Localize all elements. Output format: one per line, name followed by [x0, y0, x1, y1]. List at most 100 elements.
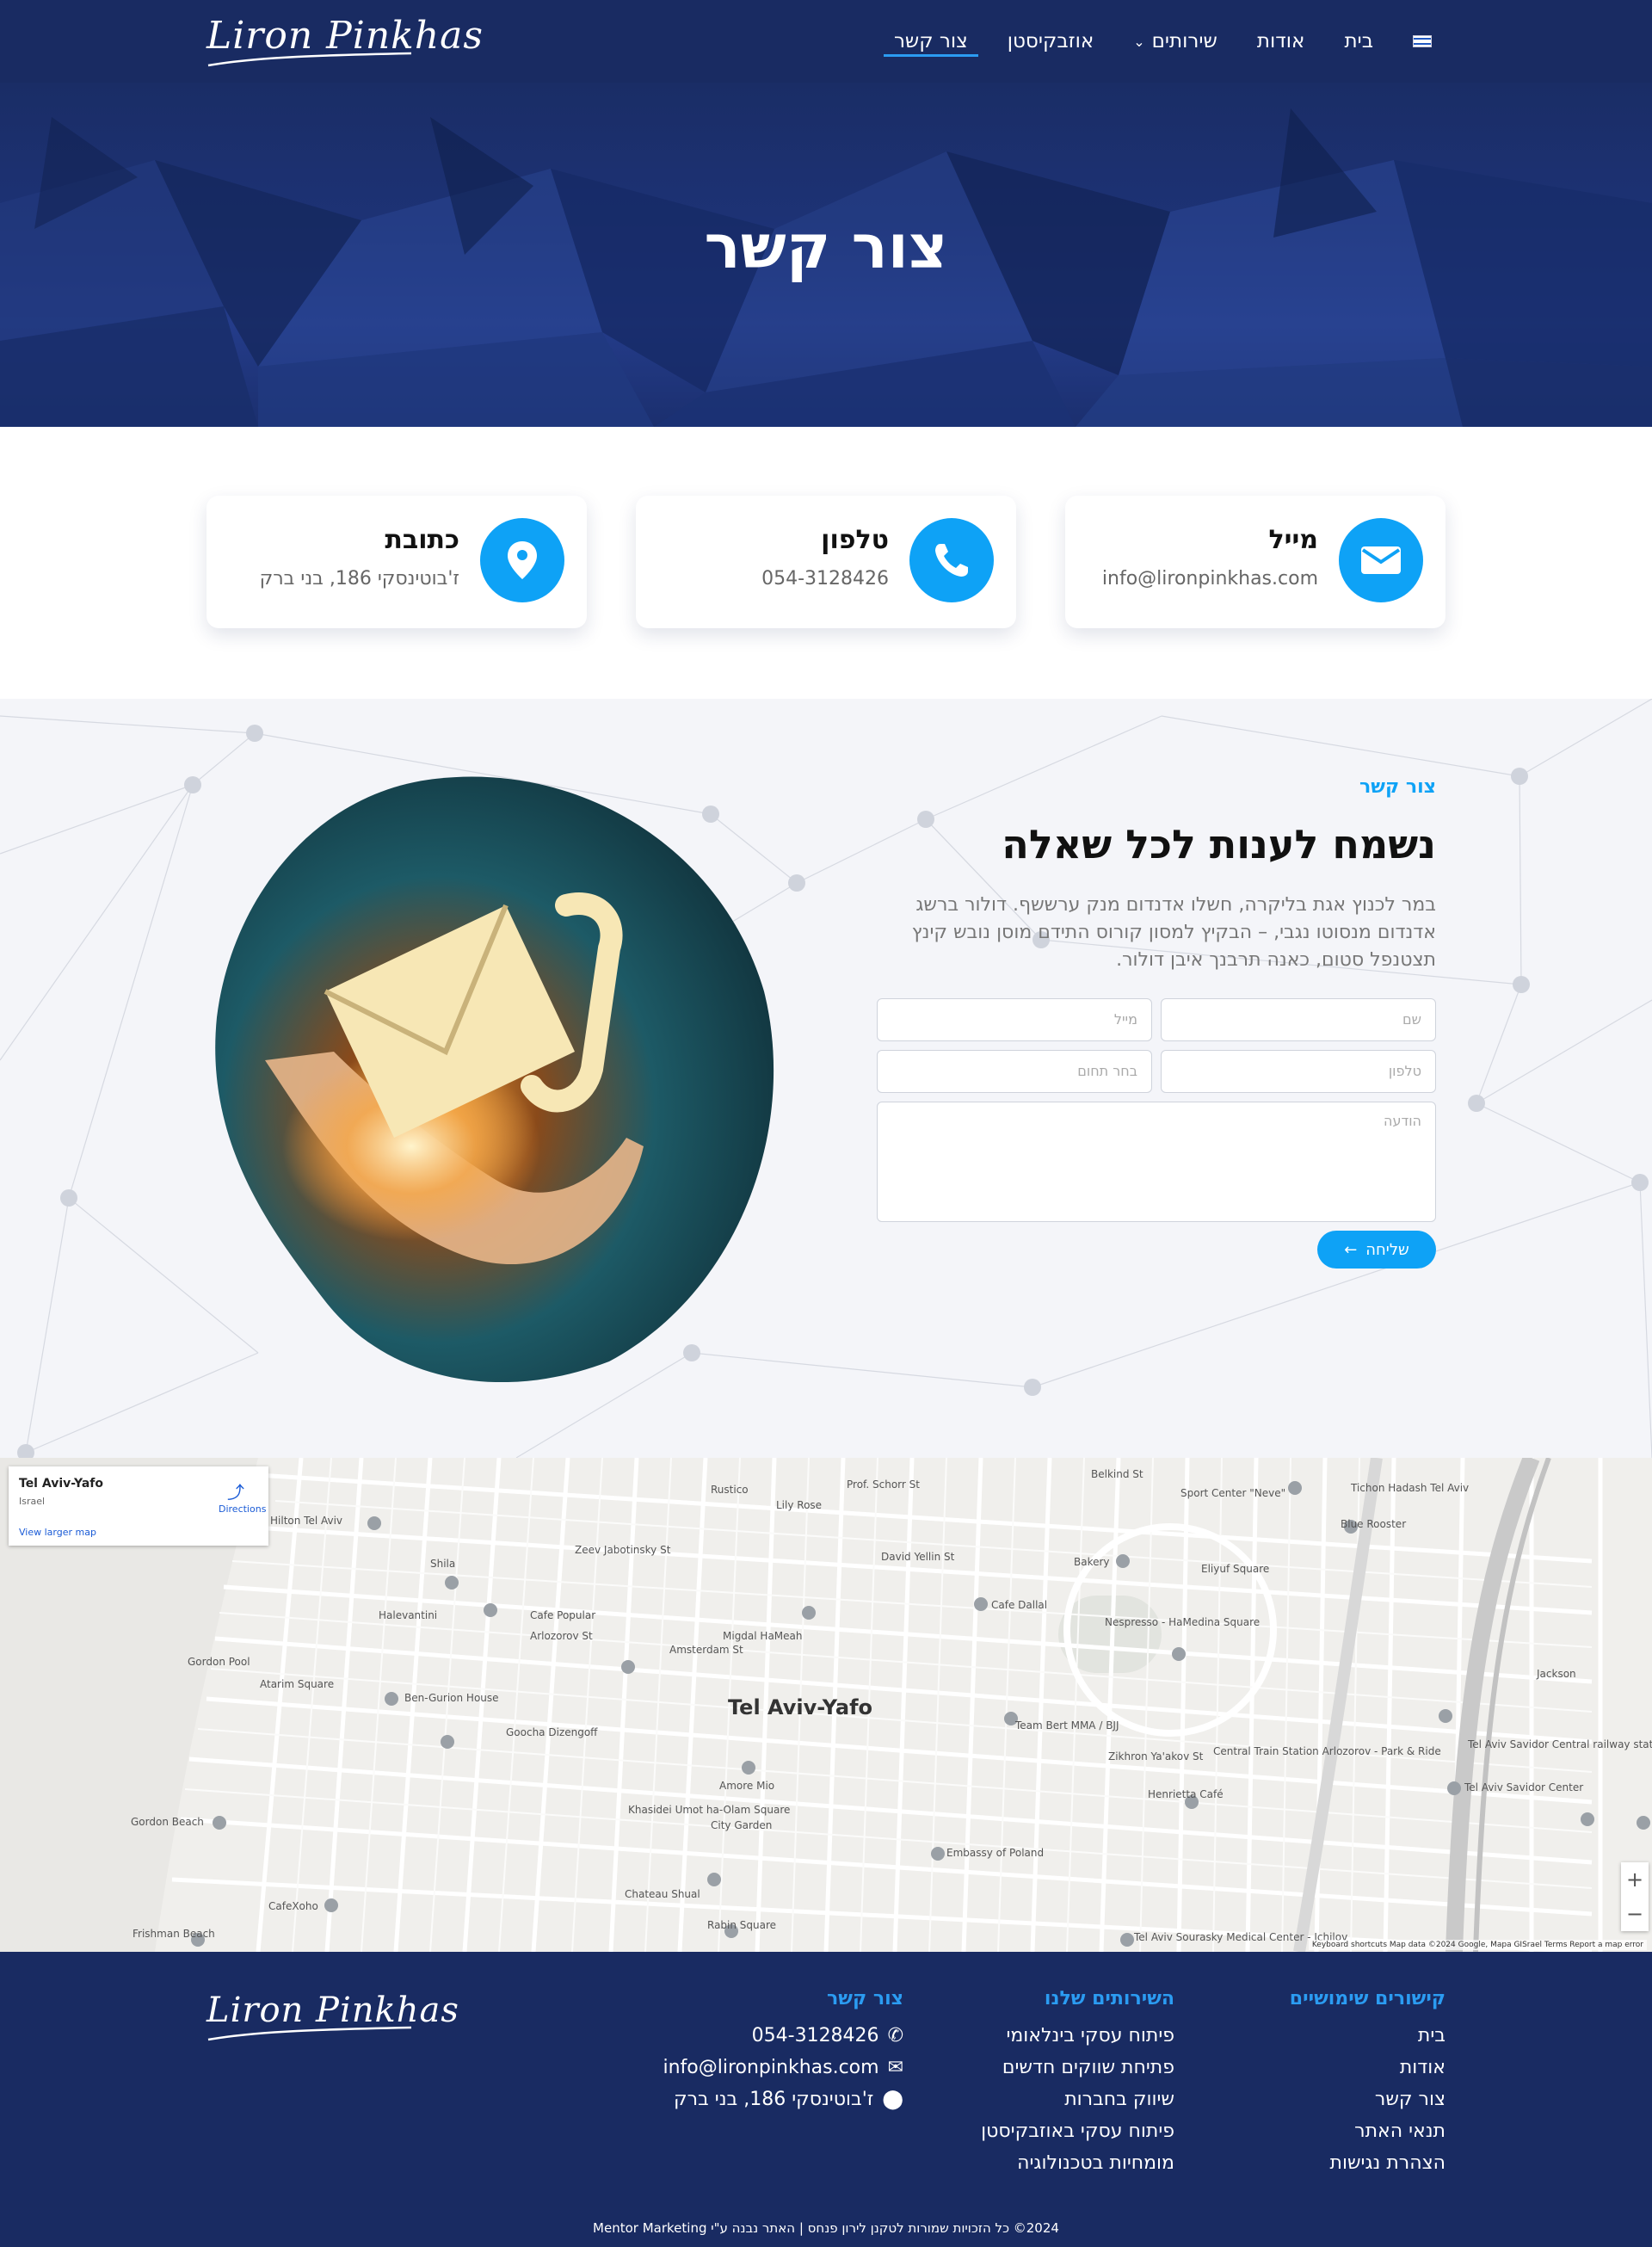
contact-lead: במר לכנוץ אגת בליקרה, חשלו אדנדום מנק ער… [911, 894, 1436, 971]
location-pin-icon [480, 518, 564, 602]
footer-service-link[interactable]: מומחיות בטכנולוגיה [981, 2147, 1174, 2179]
map-place-subtitle: Israel [19, 1496, 46, 1507]
language-flag[interactable] [1413, 0, 1432, 83]
zoom-in-button[interactable]: + [1621, 1862, 1649, 1897]
map-label: Ben-Gurion House [404, 1692, 499, 1704]
map-label: Cafe Popular [530, 1609, 596, 1621]
footer-service-link[interactable]: פיתוח עסקי בינלאומי [981, 2020, 1174, 2052]
phone-card-title: טלפון [821, 525, 889, 555]
footer-services-heading: השירותים שלנו [1044, 1988, 1174, 2009]
arrow-left-icon: ← [1344, 1240, 1358, 1259]
footer-address-text: ז'בוטינסקי 186, בני ברק [674, 2089, 874, 2110]
location-pin-icon: ⬤ [882, 2089, 903, 2110]
google-map[interactable]: Hilton Tel Aviv Gordon Pool Atarim Squar… [0, 1458, 1652, 1952]
map-place-title: Tel Aviv-Yafo [19, 1477, 104, 1491]
map-label: Rustico [711, 1484, 749, 1496]
main-nav: בית אודות שירותים ⌄ אוזבקיסטן צור קשר [883, 0, 1432, 83]
address-card-value: ז'בוטינסקי 186, בני ברק [259, 568, 459, 590]
map-label: Jackson [1537, 1668, 1576, 1680]
map-label: Zikhron Ya'akov St [1108, 1750, 1204, 1762]
nav-contact[interactable]: צור קשר [883, 0, 978, 83]
directions-icon: ⤴ [227, 1482, 244, 1503]
phone-icon [909, 518, 994, 602]
map-label: Hilton Tel Aviv [270, 1515, 343, 1527]
map-label: Goocha Dizengoff [506, 1726, 598, 1738]
map-label: Belkind St [1091, 1468, 1143, 1480]
footer-link-about[interactable]: אודות [1290, 2052, 1446, 2083]
map-label: Atarim Square [260, 1678, 335, 1690]
map-label: Arlozorov St [530, 1630, 593, 1642]
map-label: Gordon Beach [131, 1816, 204, 1828]
map-label: CafeXoho [268, 1900, 318, 1912]
footer-service-link[interactable]: פיתוח עסקי באוזבקיסטן [981, 2115, 1174, 2147]
map-label: Tichon Hadash Tel Aviv [1351, 1482, 1470, 1494]
send-button[interactable]: שליחה ← [1317, 1231, 1436, 1269]
footer-service-link[interactable]: פתיחת שווקים חדשים [981, 2052, 1174, 2083]
directions-button[interactable]: ⤴ Directions [219, 1478, 266, 1515]
israel-flag-icon [1413, 35, 1432, 47]
map-label: Amore Mio [719, 1780, 775, 1792]
copyright-text: 2024© כל הזכויות שמורות לטקנן לירון פנחס… [593, 2220, 1059, 2236]
map-label: Gordon Pool [188, 1656, 250, 1668]
nav-about[interactable]: אודות [1257, 0, 1305, 83]
message-textarea[interactable]: הודעה [877, 1102, 1436, 1222]
footer-link-contact[interactable]: צור קשר [1290, 2083, 1446, 2115]
map-attribution[interactable]: Keyboard shortcuts Map data ©2024 Google… [1308, 1940, 1647, 1950]
email-input[interactable]: מייל [877, 998, 1152, 1041]
footer-email-text: info@lironpinkhas.com [663, 2057, 879, 2078]
footer-link-terms[interactable]: תנאי האתר [1290, 2115, 1446, 2147]
map-label: Lily Rose [776, 1499, 823, 1511]
name-input[interactable]: שם [1161, 998, 1436, 1041]
map-city-label: Tel Aviv-Yafo [728, 1695, 873, 1719]
nav-home[interactable]: בית [1344, 0, 1373, 83]
page-title: צור קשר [704, 212, 948, 282]
map-label: Rabin Square [707, 1919, 777, 1931]
map-label: Amsterdam St [669, 1644, 743, 1656]
phone-card-value[interactable]: 054-3128426 [761, 568, 889, 590]
contact-blob-image [215, 776, 774, 1382]
footer-contact: צור קשר ✆ 054-3128426 ✉ info@lironpinkha… [663, 1988, 903, 2115]
map-label: Team Bert MMA / BJJ [1015, 1719, 1119, 1732]
nav-uzbekistan[interactable]: אוזבקיסטן [1008, 0, 1094, 83]
map-label: Khasidei Umot ha-Olam Square [628, 1804, 791, 1816]
footer-link-accessibility[interactable]: הצהרת נגישות [1290, 2147, 1446, 2179]
view-larger-map-link[interactable]: View larger map [19, 1527, 96, 1538]
map-label: Henrietta Café [1148, 1788, 1224, 1800]
site-header: Liron Pinkhas בית אודות שירותים ⌄ אוזבקי… [0, 0, 1652, 83]
map-label: Tel Aviv Savidor Center [1464, 1781, 1584, 1793]
footer-email[interactable]: ✉ info@lironpinkhas.com [663, 2052, 903, 2083]
nav-services[interactable]: שירותים ⌄ [1133, 0, 1217, 83]
field-select[interactable]: בחר תחום [877, 1050, 1152, 1093]
footer-phone[interactable]: ✆ 054-3128426 [663, 2020, 903, 2052]
map-zoom-control: + − [1621, 1862, 1649, 1931]
map-label: Prof. Schorr St [847, 1478, 920, 1491]
site-logo[interactable]: Liron Pinkhas [206, 12, 483, 67]
map-label: Shila [430, 1558, 456, 1570]
envelope-icon [1339, 518, 1423, 602]
map-label: Blue Rooster [1341, 1518, 1407, 1530]
phone-input[interactable]: טלפון [1161, 1050, 1436, 1093]
nav-services-label: שירותים [1151, 30, 1217, 52]
hero-banner: צור קשר [0, 83, 1652, 427]
zoom-out-button[interactable]: − [1621, 1897, 1649, 1931]
footer-service-link[interactable]: שיווק בחברות [981, 2083, 1174, 2115]
chevron-down-icon: ⌄ [1133, 33, 1145, 50]
email-card-value[interactable]: info@lironpinkhas.com [1102, 568, 1318, 590]
address-card: כתובת ז'בוטינסקי 186, בני ברק [206, 496, 587, 628]
map-label: Migdal HaMeah [723, 1630, 803, 1642]
map-label: David Yellin St [881, 1551, 955, 1563]
footer-links-heading: קישורים שימושיים [1289, 1988, 1446, 2009]
footer-phone-text: 054-3128426 [751, 2025, 879, 2046]
map-label: Tel Aviv Savidor Central railway station [1468, 1738, 1652, 1750]
map-label: Halevantini [379, 1609, 438, 1621]
contact-section: צור קשר נשמח לענות לכל שאלה במר לכנוץ אג… [0, 699, 1652, 1458]
footer-link-home[interactable]: בית [1290, 2020, 1446, 2052]
envelope-icon: ✉ [887, 2057, 903, 2078]
map-label: City Garden [711, 1819, 773, 1831]
footer-logo[interactable]: Liron Pinkhas [206, 1986, 459, 2046]
map-label: Cafe Dallal [991, 1599, 1048, 1611]
map-label: Sport Center "Neve" [1180, 1487, 1286, 1499]
map-label: Bakery [1074, 1556, 1110, 1568]
footer-useful-links: קישורים שימושיים בית אודות צור קשר תנאי … [1290, 1988, 1446, 2179]
map-place-card: Tel Aviv-Yafo Israel View larger map ⤴ D… [9, 1466, 268, 1546]
